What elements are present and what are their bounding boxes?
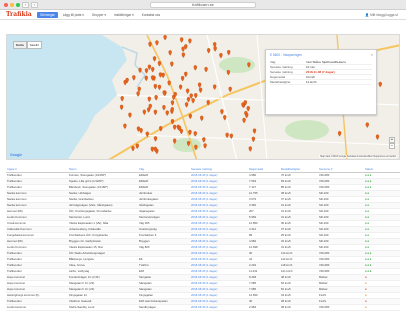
google-logo: Google	[10, 153, 23, 157]
info-window-title[interactable]: E 6600 - Inkapsningen	[270, 53, 372, 57]
map-attribution[interactable]: Map data ©2018 Google Kartdata Användarv…	[319, 155, 397, 158]
cell-status: ●	[364, 304, 400, 311]
minimize-window-button[interactable]	[10, 3, 14, 7]
maximize-window-button[interactable]	[16, 3, 20, 7]
forward-button[interactable]: ›	[31, 2, 38, 8]
user-login-link[interactable]: 👤 Mitt inlogg/Logga ut	[365, 13, 398, 17]
park-area	[285, 120, 329, 140]
info-label: Senaste mätning	[270, 65, 293, 69]
cell-avg-speed: 38 km/h	[280, 304, 318, 311]
menu-item-groups[interactable]: Grupper ▾	[89, 12, 109, 18]
info-value: Inuti Skåne Sjukhusstiftelsens	[306, 60, 346, 64]
menu-item-add-place[interactable]: Lägg till plats ▾	[60, 12, 87, 18]
info-value: 11 km/h	[306, 80, 317, 84]
table-body: Trafikverket Kornets, Storegatan (1/1050*…	[6, 172, 400, 311]
menu-item-contact[interactable]: Kontakta oss	[139, 12, 163, 18]
map-type-map[interactable]: Karta	[13, 41, 27, 49]
browser-nav: ‹ ›	[22, 2, 38, 8]
close-icon[interactable]: ×	[371, 52, 373, 57]
info-value: 0 km/h	[306, 75, 316, 79]
address-bar[interactable]: trafikvarn.se	[150, 2, 256, 8]
cell-road: Sandbyvägen	[138, 304, 190, 311]
table-row[interactable]: Lunds kommun Södra Sandby, Lund Sandbyväge…	[6, 304, 400, 311]
marker-info-window: × E 6600 - Inkapsningen Väg Inuti Skåne …	[265, 49, 377, 115]
window-controls	[4, 3, 20, 7]
map-type-satellite[interactable]: Satellit	[26, 41, 42, 49]
app-logo[interactable]: Trafikia	[6, 11, 32, 18]
zoom-controls: + −	[389, 137, 395, 149]
info-row: Medelhastighet 11 km/h	[270, 80, 372, 85]
measurements-table: Ägare ▾ Namn Väg Senaste mätning Dagsmed…	[6, 166, 400, 327]
cell-daily-avg: 2.984	[248, 304, 280, 311]
cell-name[interactable]: Södra Sandby, Lund	[68, 304, 138, 311]
cell-owner: Lunds kommun	[6, 304, 68, 311]
map-type-toggle: Karta Satellit	[13, 41, 42, 49]
info-value: 10 min	[306, 65, 316, 69]
cell-sensors: VID-080	[318, 304, 364, 311]
main-menu: Störningar Lägg till plats ▾ Grupper ▾ I…	[37, 12, 163, 18]
cell-last-measure[interactable]: 2018-08-30 (1 dagar)	[190, 304, 248, 311]
menu-item-disturbances[interactable]: Störningar	[37, 12, 58, 18]
info-label: Väg	[270, 60, 276, 64]
info-label: Dagsmedel	[270, 75, 286, 79]
app-header: Trafikia Störningar Lägg till plats ▾ Gr…	[0, 10, 406, 20]
back-button[interactable]: ‹	[22, 2, 29, 8]
info-window-pointer	[300, 80, 306, 84]
info-value-alert: 2018-11-08 (7 dagar)	[306, 70, 335, 74]
info-label: Senaste mätning	[270, 70, 293, 74]
map-view[interactable]: Karta Satellit × E 6600 - Inkapsningen V…	[6, 34, 400, 160]
close-window-button[interactable]	[4, 3, 8, 7]
menu-item-settings[interactable]: Inställningar ▾	[111, 12, 137, 18]
browser-toolbar: ‹ › trafikvarn.se	[0, 0, 406, 10]
zoom-out-button[interactable]: −	[389, 143, 395, 149]
